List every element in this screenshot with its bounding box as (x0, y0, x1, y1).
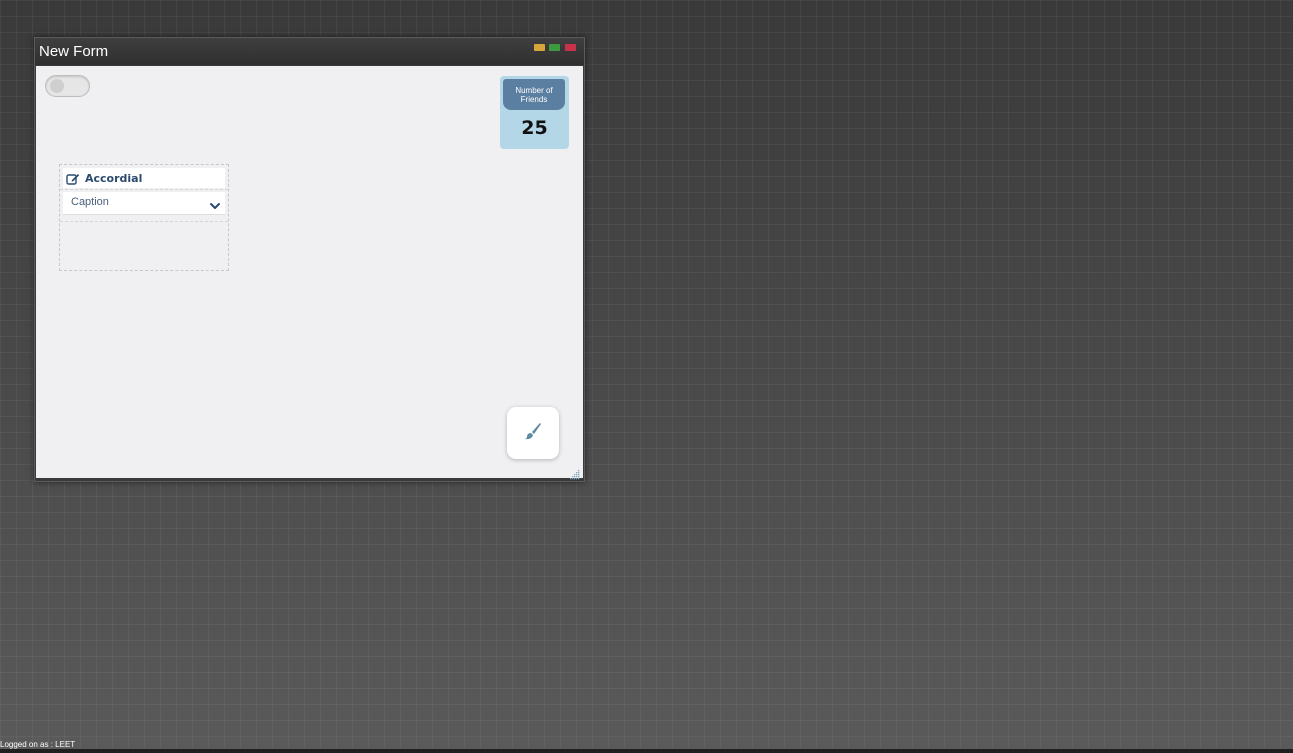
accordion-header[interactable]: Accordial (63, 168, 225, 188)
chevron-down-icon[interactable] (209, 197, 221, 209)
resize-grip-icon[interactable] (569, 465, 580, 480)
maximize-button[interactable] (549, 44, 560, 51)
stat-tile: Number of Friends 25 (500, 76, 569, 149)
stat-label: Number of Friends (503, 79, 565, 110)
form-canvas: Number of Friends 25 Accordial Caption (36, 66, 583, 480)
window-titlebar[interactable]: New Form (35, 38, 584, 65)
taskbar-strip (0, 749, 1293, 753)
paint-brush-icon (522, 420, 544, 446)
form-window[interactable]: New Form Number of Friends 25 Accordial (34, 37, 585, 482)
stat-value: 25 (521, 117, 548, 139)
accordion-widget[interactable]: Accordial Caption (59, 164, 229, 271)
minimize-button[interactable] (534, 44, 545, 51)
accordion-title: Accordial (85, 171, 143, 185)
accordion-item-caption: Caption (71, 196, 109, 208)
toggle-knob (50, 79, 64, 93)
desktop: { "window": { "title": "New Form", "butt… (0, 0, 1293, 753)
close-button[interactable] (565, 44, 576, 51)
accordion-item[interactable]: Caption (63, 192, 225, 214)
paint-brush-button[interactable] (507, 407, 559, 459)
accordion-item-container: Caption (60, 189, 228, 222)
status-bar-text: Logged on as : LEET (0, 740, 76, 749)
window-title: New Form (39, 43, 109, 60)
toggle-switch[interactable] (45, 75, 90, 97)
edit-icon[interactable] (66, 171, 80, 185)
